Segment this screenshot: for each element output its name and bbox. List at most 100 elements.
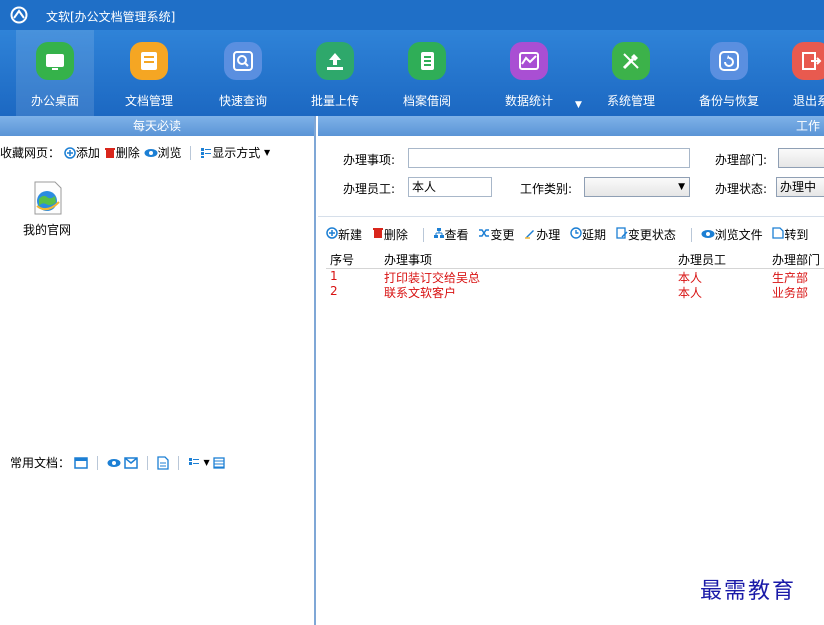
table-cell: 1: [330, 269, 338, 283]
transfer-button[interactable]: 转到: [772, 227, 808, 242]
new-doc-icon[interactable]: [74, 456, 88, 470]
change-button[interactable]: 变更: [478, 228, 514, 242]
toolbar-exit[interactable]: 退出系: [772, 30, 824, 116]
toolbar-label: 退出系: [792, 94, 824, 108]
eye-icon[interactable]: [107, 458, 121, 468]
type-select[interactable]: ▼: [584, 177, 690, 197]
extend-button[interactable]: 延期: [570, 227, 606, 242]
quick-search-icon: [224, 42, 262, 80]
system-manage-icon: [612, 42, 650, 80]
desktop-icon: [36, 42, 74, 80]
staff-input[interactable]: 本人: [408, 177, 492, 197]
toolbar-system-manage[interactable]: 系统管理: [592, 30, 670, 116]
delete-label: 删除: [383, 228, 408, 242]
change-status-button[interactable]: 变更状态: [616, 227, 676, 242]
toolbar-quick-search[interactable]: 快速查询: [204, 30, 282, 116]
toolbar-separator: [422, 227, 424, 242]
mail-icon[interactable]: [124, 456, 139, 469]
toolbar-dropdown-arrow-icon[interactable]: ▼: [575, 100, 582, 110]
toolbar-statistics[interactable]: 数据统计: [490, 30, 568, 116]
favorites-browse-button[interactable]: 浏览: [144, 145, 186, 160]
status-select[interactable]: 办理中: [776, 177, 824, 197]
display-mode-button[interactable]: 显示方式 ▼: [200, 145, 270, 160]
toolbar-separator: [190, 145, 192, 160]
archive-borrow-icon: [408, 42, 446, 80]
trash-icon: [372, 228, 383, 238]
favorites-add-button[interactable]: 添加: [64, 145, 104, 160]
table-row[interactable]: 2 联系文软客户 本人 业务部: [326, 284, 824, 300]
edit-status-icon: [616, 227, 628, 239]
toolbar-label: 备份与恢复: [698, 94, 759, 108]
view-label: 查看: [444, 228, 469, 242]
toolbar-separator: [690, 227, 692, 242]
type-label: 工作类别:: [520, 182, 573, 196]
favorites-label: 收藏网页：: [0, 146, 61, 160]
favorites-browse-label: 浏览: [157, 146, 182, 160]
document-icon: [772, 227, 785, 239]
column-header[interactable]: 办理部门: [772, 251, 820, 268]
change-label: 变更: [490, 228, 515, 242]
right-panel: 工作 办理事项: 办理部门: 办理员工: 本人 工作类别: ▼ 办理状态: 办理…: [318, 116, 824, 625]
favorites-delete-button[interactable]: 删除: [104, 145, 144, 160]
shuffle-icon: [479, 229, 490, 237]
status-label: 办理状态:: [715, 182, 768, 196]
globe-page-icon: [34, 181, 62, 215]
clock-icon: [570, 227, 582, 239]
pen-icon: [525, 230, 535, 239]
eye-icon: [701, 230, 715, 238]
task-table: 序号 办理事项 办理员工 办理部门 1 打印装订交给吴总 本人 生产部 2 联系…: [326, 250, 824, 300]
toolbar-batch-upload[interactable]: 批量上传: [296, 30, 374, 116]
toolbar-label: 批量上传: [310, 94, 359, 108]
toolbar-label: 系统管理: [606, 94, 655, 108]
item-label: 办理事项:: [343, 153, 396, 167]
display-mode-label: 显示方式: [212, 146, 261, 160]
favorites-delete-label: 删除: [115, 146, 140, 160]
staff-label: 办理员工:: [343, 182, 396, 196]
table-icon[interactable]: [213, 456, 226, 469]
common-docs-label: 常用文档：: [10, 456, 71, 470]
column-header[interactable]: 办理员工: [678, 251, 726, 268]
new-label: 新建: [338, 228, 363, 242]
window-title: 文软[办公文档管理系统]: [46, 10, 176, 24]
handle-label: 办理: [536, 228, 561, 242]
backup-restore-icon: [710, 42, 748, 80]
toolbar-label: 文档管理: [124, 94, 173, 108]
handle-button[interactable]: 办理: [524, 228, 560, 242]
table-cell: 2: [330, 284, 338, 298]
dept-select[interactable]: [778, 148, 824, 168]
statistics-icon: [510, 42, 548, 80]
document-icon[interactable]: [157, 455, 169, 470]
add-icon: [326, 227, 338, 239]
delete-button[interactable]: 删除: [372, 228, 408, 242]
table-header: 序号 办理事项 办理员工 办理部门: [326, 250, 824, 269]
browse-file-button[interactable]: 浏览文件: [701, 228, 763, 242]
toolbar-label: 办公桌面: [30, 94, 79, 108]
watermark-text: 最需教育: [700, 579, 797, 604]
chevron-down-icon[interactable]: ▼: [203, 458, 209, 467]
add-icon: [64, 146, 76, 159]
column-header[interactable]: 办理事项: [384, 251, 432, 268]
table-row[interactable]: 1 打印装订交给吴总 本人 生产部: [326, 269, 824, 285]
toolbar-document-manage[interactable]: 文档管理: [110, 30, 188, 116]
right-panel-header: 工作: [318, 116, 824, 136]
toolbar-backup-restore[interactable]: 备份与恢复: [690, 30, 768, 116]
main-toolbar: 办公桌面 文档管理 快速查询 批量上传 档案借阅 数据统计 ▼ 系统管理 备份与…: [0, 30, 824, 116]
app-logo-icon: [10, 6, 28, 24]
view-button[interactable]: 查看: [433, 228, 469, 242]
column-header[interactable]: 序号: [330, 251, 354, 268]
document-manage-icon: [130, 42, 168, 80]
toolbar-desktop[interactable]: 办公桌面: [16, 30, 94, 116]
favorite-shortcut[interactable]: 我的官网: [22, 180, 72, 238]
toolbar-separator: [147, 455, 149, 470]
new-button[interactable]: 新建: [326, 227, 363, 242]
filter-form: 办理事项: 办理部门: 办理员工: 本人 工作类别: ▼ 办理状态: 办理中: [318, 136, 824, 217]
toolbar-archive-borrow[interactable]: 档案借阅: [388, 30, 466, 116]
action-toolbar: 新建 删除 查看 变更 办理 延期 变更状态 浏览文件 转到: [326, 226, 814, 244]
toolbar-separator: [96, 455, 98, 470]
item-input[interactable]: [408, 148, 690, 168]
exit-icon: [792, 42, 824, 80]
eye-icon: [144, 148, 158, 157]
list-view-icon[interactable]: [188, 457, 200, 469]
favorites-add-label: 添加: [75, 146, 100, 160]
table-cell: 联系文软客户: [384, 286, 457, 300]
